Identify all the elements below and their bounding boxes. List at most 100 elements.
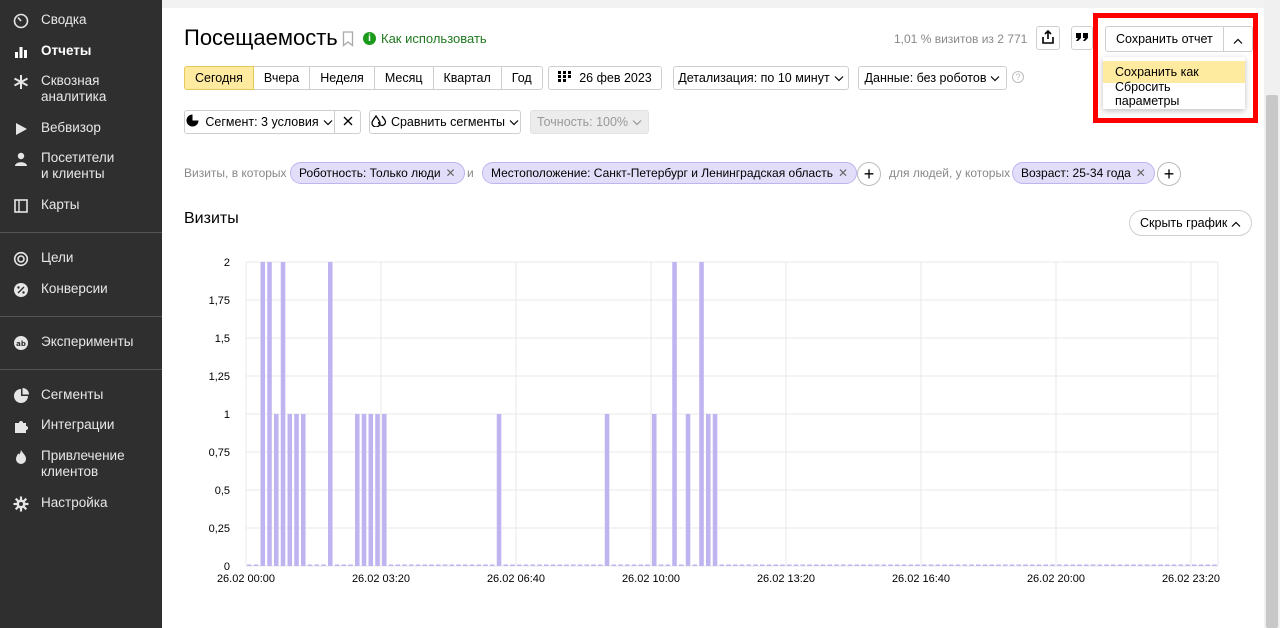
bar bbox=[773, 564, 779, 566]
bar bbox=[1144, 564, 1150, 566]
bookmark-icon[interactable] bbox=[342, 31, 354, 50]
page-title: Посещаемость bbox=[184, 25, 338, 50]
bar bbox=[510, 564, 515, 566]
ab-icon: ab bbox=[12, 334, 30, 352]
bar bbox=[712, 414, 718, 566]
period-today[interactable]: Сегодня bbox=[184, 66, 254, 90]
bar bbox=[895, 564, 900, 566]
sidebar-divider bbox=[0, 232, 162, 233]
x-tick-label: 26.02 23:20 bbox=[1162, 573, 1220, 585]
sidebar-item-conversions[interactable]: Конверсии bbox=[12, 281, 162, 299]
add-visit-condition-button[interactable]: + bbox=[857, 162, 881, 186]
bar bbox=[564, 564, 569, 566]
detail-dropdown[interactable]: Детализация: по 10 минут bbox=[673, 66, 849, 90]
bar bbox=[1205, 564, 1211, 566]
bar bbox=[314, 564, 320, 566]
sidebar-item-maps[interactable]: Карты bbox=[12, 197, 162, 215]
bar bbox=[814, 564, 819, 566]
bar bbox=[658, 564, 664, 566]
bar bbox=[928, 564, 934, 566]
bar bbox=[942, 564, 947, 566]
segment-dropdown[interactable]: Сегмент: 3 условия bbox=[184, 110, 335, 134]
sidebar-divider bbox=[0, 369, 162, 370]
bar bbox=[1192, 564, 1197, 566]
bar bbox=[1117, 564, 1123, 566]
bar bbox=[436, 564, 441, 566]
bar bbox=[355, 414, 360, 566]
sidebar-item-summary[interactable]: Сводка bbox=[12, 12, 162, 30]
bar bbox=[1097, 564, 1103, 566]
sidebar-item-label: Карты bbox=[41, 197, 80, 212]
bar bbox=[301, 414, 306, 566]
bar bbox=[841, 564, 846, 566]
bar bbox=[247, 564, 252, 566]
filter-chip-robots[interactable]: Роботность: Только люди ✕ bbox=[290, 162, 465, 184]
sidebar-item-segments[interactable]: Сегменты bbox=[12, 387, 162, 405]
period-year[interactable]: Год bbox=[501, 66, 543, 90]
y-tick-label: 1,5 bbox=[215, 333, 230, 345]
compare-segments-dropdown[interactable]: Сравнить сегменты bbox=[369, 110, 521, 134]
bar bbox=[625, 564, 630, 566]
share-icon bbox=[1041, 29, 1055, 47]
compare-label: Сравнить сегменты bbox=[390, 115, 506, 129]
bar bbox=[1030, 564, 1035, 566]
scrollbar-thumb[interactable] bbox=[1266, 95, 1278, 628]
y-tick-label: 0,5 bbox=[215, 485, 230, 497]
date-picker-button[interactable]: 26 фев 2023 bbox=[548, 66, 662, 90]
bar bbox=[368, 414, 374, 566]
add-people-condition-button[interactable]: + bbox=[1157, 162, 1181, 186]
period-week[interactable]: Неделя bbox=[310, 66, 375, 90]
hide-chart-button[interactable]: Скрыть график bbox=[1129, 210, 1253, 236]
sidebar-item-integrations[interactable]: Интеграции bbox=[12, 417, 162, 435]
visits-filter-label: Визиты, в которых bbox=[184, 166, 287, 180]
howto-label: Как использовать bbox=[381, 31, 487, 46]
sidebar-item-webvisor[interactable]: Вебвизор bbox=[12, 120, 162, 138]
period-yesterday[interactable]: Вчера bbox=[253, 66, 311, 90]
filter-chip-location[interactable]: Местоположение: Санкт-Петербург и Ленинг… bbox=[482, 162, 858, 184]
bar bbox=[989, 564, 995, 566]
data-label: Данные: без роботов bbox=[864, 71, 987, 85]
bar bbox=[760, 564, 765, 566]
close-icon[interactable]: ✕ bbox=[838, 166, 848, 180]
chevron-up-icon bbox=[1231, 216, 1241, 230]
bar bbox=[719, 564, 725, 566]
sidebar-item-reports[interactable]: Отчеты bbox=[12, 43, 162, 61]
close-icon[interactable]: ✕ bbox=[446, 166, 456, 180]
save-report-button[interactable]: Сохранить отчет bbox=[1105, 26, 1224, 52]
data-dropdown[interactable]: Данные: без роботов bbox=[858, 66, 1007, 90]
menu-item-reset-params[interactable]: Сбросить параметры bbox=[1103, 80, 1245, 108]
bar bbox=[382, 414, 387, 566]
bar bbox=[800, 564, 806, 566]
feedback-button[interactable] bbox=[1071, 26, 1093, 50]
filter-chip-age[interactable]: Возраст: 25-34 года ✕ bbox=[1012, 162, 1155, 184]
sidebar-item-goals[interactable]: Цели bbox=[12, 250, 162, 268]
sidebar-item-settings[interactable]: Настройка bbox=[12, 495, 162, 513]
segment-clear-button[interactable] bbox=[334, 110, 361, 134]
sidebar-item-visitors[interactable]: Посетители и клиенты bbox=[12, 150, 162, 182]
bar bbox=[584, 564, 590, 566]
bar bbox=[294, 414, 299, 566]
help-icon[interactable]: ? bbox=[1012, 71, 1024, 83]
accuracy-label: Точность: 100% bbox=[536, 115, 629, 129]
bar bbox=[1084, 564, 1089, 566]
export-button[interactable] bbox=[1036, 26, 1060, 50]
bar bbox=[476, 564, 482, 566]
bar bbox=[267, 262, 272, 566]
bar bbox=[726, 564, 731, 566]
sidebar-item-experiments[interactable]: ab Эксперименты bbox=[12, 334, 162, 352]
flame-icon bbox=[12, 448, 30, 466]
sidebar-item-acquisition[interactable]: Привлечение клиентов bbox=[12, 448, 162, 480]
pie-icon bbox=[186, 114, 199, 130]
save-report-toggle[interactable] bbox=[1223, 26, 1253, 52]
save-menu: Сохранить как Сбросить параметры bbox=[1103, 57, 1245, 109]
close-icon[interactable]: ✕ bbox=[1136, 166, 1146, 180]
howto-link[interactable]: i Как использовать bbox=[363, 31, 487, 46]
visits-chart: 0 0,25 0,5 0,75 1 1,25 1,5 1,75 2 26.02 00:00 26.0… bbox=[209, 257, 1220, 585]
accuracy-dropdown[interactable]: Точность: 100% bbox=[530, 110, 649, 134]
period-month[interactable]: Месяц bbox=[374, 66, 434, 90]
sidebar-item-analytics[interactable]: Сквозная аналитика bbox=[12, 73, 162, 105]
bar bbox=[449, 564, 455, 566]
detail-label: Детализация: по 10 минут bbox=[678, 71, 830, 85]
bar bbox=[766, 564, 772, 566]
period-quarter[interactable]: Квартал bbox=[433, 66, 502, 90]
